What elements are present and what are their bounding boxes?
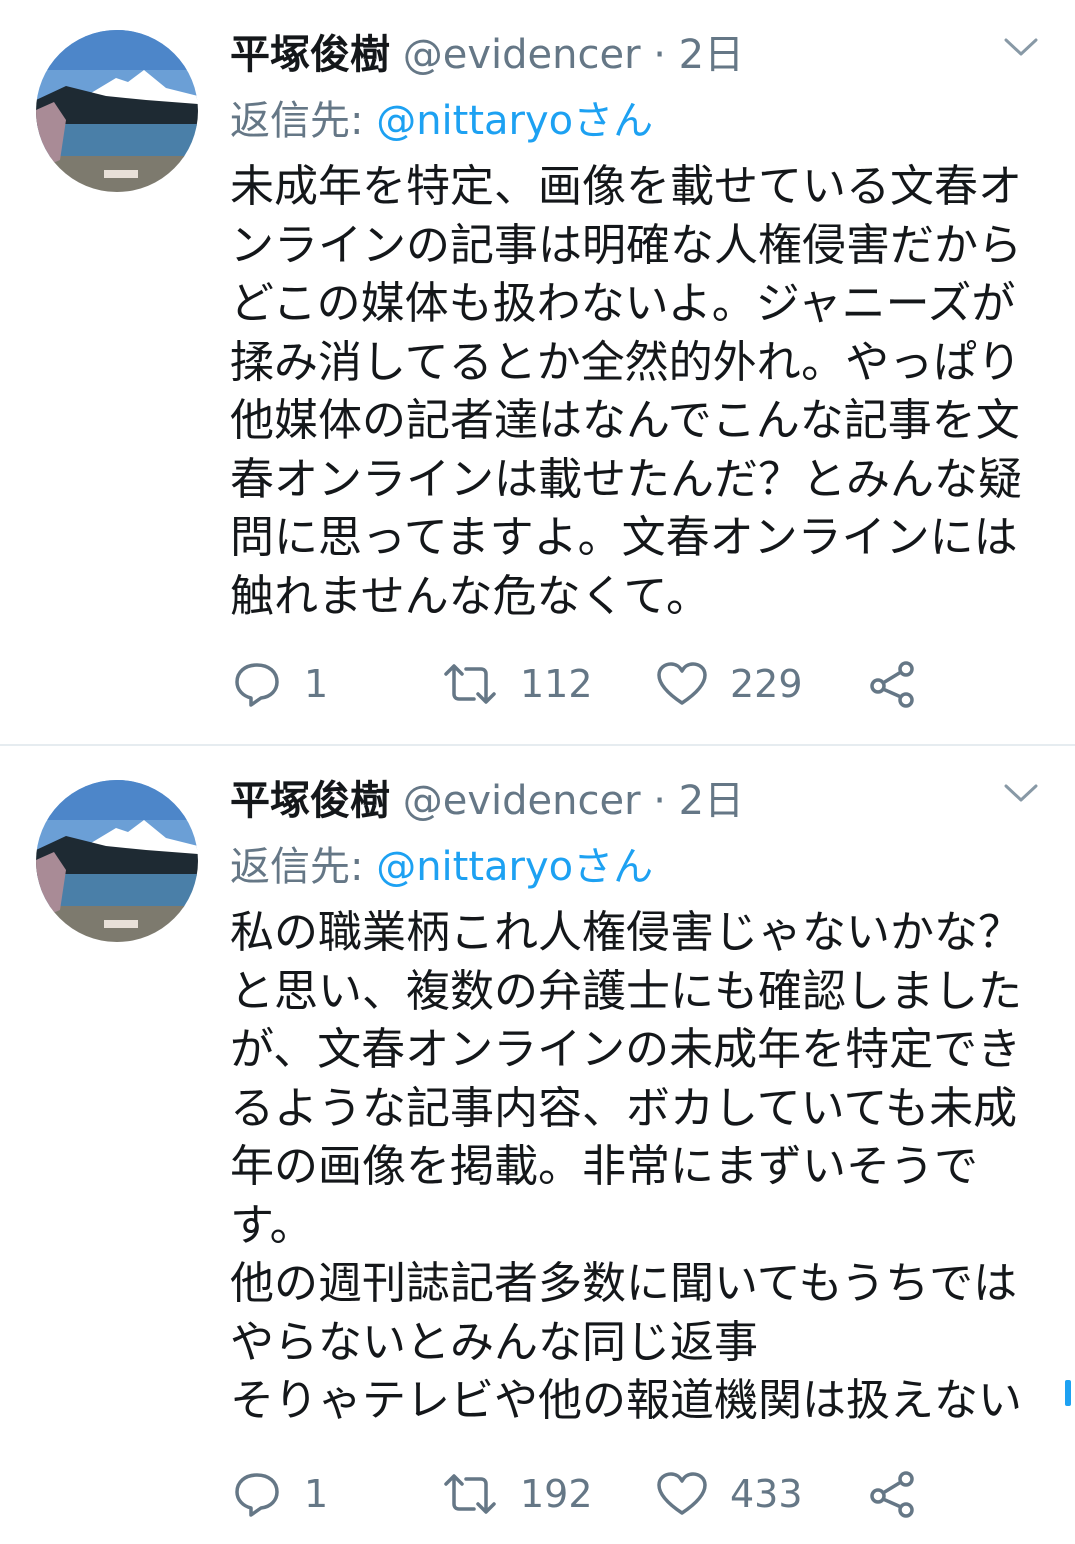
like-count: 433 — [730, 1472, 803, 1516]
avatar[interactable] — [36, 780, 198, 942]
tweet-text-line: 年の画像を掲載。非常にまずいそうで — [230, 1141, 978, 1192]
tweet-text-line: 他媒体の記者達はなんでこんな記事を文 — [230, 395, 1020, 446]
tweet-text-line: ンラインの記事は明確な人権侵害だから — [230, 219, 1022, 271]
reply-mention-link[interactable]: @nittaryo — [376, 98, 573, 144]
handle[interactable]: @evidencer — [403, 778, 641, 824]
display-name[interactable]: 平塚俊樹 — [230, 32, 390, 78]
scrollbar-thumb[interactable] — [1065, 1380, 1071, 1406]
retweet-count: 192 — [520, 1472, 593, 1516]
reply-button[interactable]: 1 — [232, 1464, 328, 1524]
reply-button[interactable]: 1 — [232, 654, 328, 714]
retweet-icon — [444, 1474, 496, 1514]
reply-prefix: 返信先: — [230, 98, 377, 144]
tweet-text-line: やらないとみんな同じ返事 — [230, 1316, 758, 1368]
like-count: 229 — [730, 662, 803, 706]
like-button[interactable]: 229 — [656, 654, 803, 714]
tweet-header: 平塚俊樹 @evidencer · 2日 — [230, 28, 744, 82]
reply-icon — [235, 1473, 279, 1517]
share-button[interactable] — [868, 654, 918, 714]
heart-icon — [657, 662, 707, 705]
reply-suffix: さん — [573, 844, 654, 890]
avatar[interactable] — [36, 30, 198, 192]
share-icon — [870, 661, 914, 708]
tweet-text-line: 未成年を特定、画像を載せている文春オ — [230, 161, 1022, 212]
tweet-text-line: どこの媒体も扱わないよ。ジャニーズが — [230, 278, 1016, 329]
separator: · — [653, 32, 666, 78]
tweet-text-line: す。 — [230, 1199, 314, 1251]
share-icon — [870, 1471, 914, 1518]
tweet-text-line: そりゃテレビや他の報道機関は扱えない — [230, 1375, 1022, 1426]
tweet-text-line: 問に思ってますよ。文春オンラインには — [230, 512, 1018, 563]
tweet-text-line: るような記事内容、ボカしていても未成 — [230, 1082, 1018, 1134]
timestamp[interactable]: 2日 — [679, 32, 744, 78]
tweet-text-line: 春オンラインは載せたんだ？とみんな疑 — [230, 453, 1022, 505]
retweet-icon — [444, 664, 496, 704]
timestamp[interactable]: 2日 — [679, 778, 744, 824]
tweet-text-line: 私の職業柄これ人権侵害じゃないかな？ — [230, 907, 1022, 958]
reply-suffix: さん — [573, 98, 654, 144]
reply-context: 返信先: @nittaryoさん — [230, 94, 653, 148]
reply-mention-link[interactable]: @nittaryo — [376, 844, 573, 890]
tweet-actions: 1 192 433 — [232, 1464, 1032, 1524]
tweet-text: 私の職業柄これ人権侵害じゃないかな？ と思い、複数の弁護士にも確認しました が、… — [230, 904, 1050, 1431]
reply-count: 1 — [304, 662, 329, 706]
tweet-header: 平塚俊樹 @evidencer · 2日 — [230, 774, 744, 828]
reply-prefix: 返信先: — [230, 844, 377, 890]
display-name[interactable]: 平塚俊樹 — [230, 778, 390, 824]
share-button[interactable] — [868, 1464, 918, 1524]
tweet[interactable]: 平塚俊樹 @evidencer · 2日 返信先: @nittaryoさん 未成… — [0, 0, 1075, 745]
tweet-text: 未成年を特定、画像を載せている文春オ ンラインの記事は明確な人権侵害だから どこ… — [230, 158, 1050, 626]
like-button[interactable]: 433 — [656, 1464, 803, 1524]
handle[interactable]: @evidencer — [403, 32, 641, 78]
retweet-button[interactable]: 112 — [442, 654, 593, 714]
heart-icon — [657, 1472, 707, 1515]
reply-icon — [235, 663, 279, 707]
retweet-button[interactable]: 192 — [442, 1464, 593, 1524]
tweet-text-line: が、文春オンラインの未成年を特定でき — [230, 1024, 1022, 1075]
reply-count: 1 — [304, 1472, 329, 1516]
tweet-text-line: 揉み消してるとか全然的外れ。やっぱり — [230, 336, 1022, 388]
tweet-actions: 1 112 229 — [232, 654, 1032, 714]
separator: · — [653, 778, 666, 824]
tweet-text-line: 触れませんな危なくて。 — [230, 570, 711, 622]
reply-context: 返信先: @nittaryoさん — [230, 840, 653, 894]
tweet-text-line: 他の週刊誌記者多数に聞いてもうちでは — [230, 1258, 1018, 1309]
chevron-down-icon[interactable] — [1003, 780, 1039, 808]
chevron-down-icon[interactable] — [1003, 34, 1039, 62]
tweet[interactable]: 平塚俊樹 @evidencer · 2日 返信先: @nittaryoさん 私の… — [0, 746, 1075, 1544]
tweet-text-line: と思い、複数の弁護士にも確認しました — [230, 965, 1022, 1017]
retweet-count: 112 — [520, 662, 593, 706]
